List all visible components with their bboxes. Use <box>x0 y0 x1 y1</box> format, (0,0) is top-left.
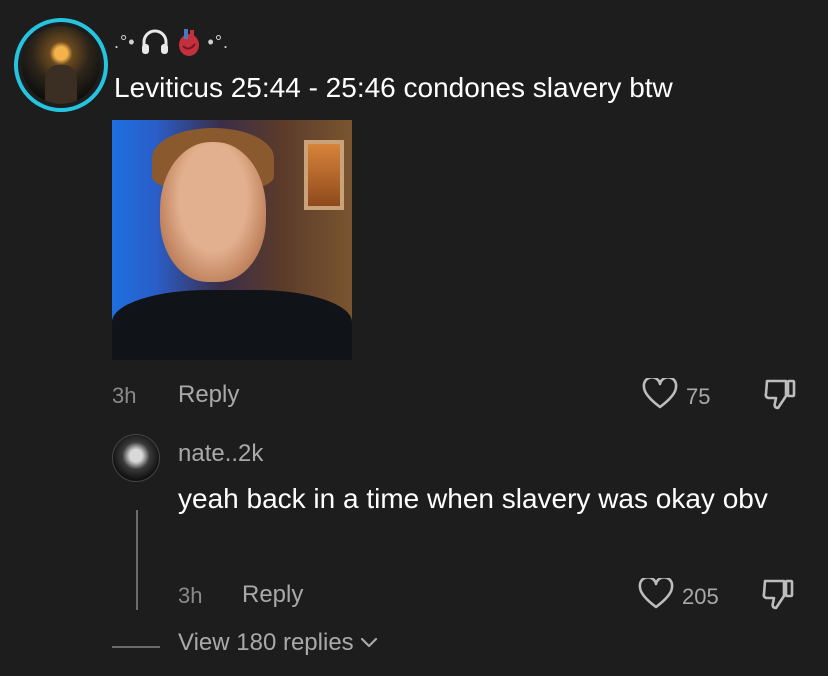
comment-time: 3h <box>112 383 137 408</box>
dislike-icon[interactable] <box>760 576 796 612</box>
view-replies-label: View 180 replies <box>178 629 354 656</box>
comment-image[interactable] <box>112 120 352 360</box>
commenter-avatar[interactable] <box>14 18 108 112</box>
view-replies-line <box>112 646 160 648</box>
avatar-image <box>22 26 100 104</box>
image-background-window <box>304 140 344 210</box>
chevron-down-icon <box>360 637 378 649</box>
view-replies-button[interactable]: View 180 replies <box>178 629 378 657</box>
comment-text: Leviticus 25:44 - 25:46 condones slavery… <box>114 72 673 103</box>
reply-reply-button[interactable]: Reply <box>242 581 303 609</box>
image-face <box>160 142 266 282</box>
username-dots-left: .°• <box>114 31 136 52</box>
reply-like-count: 205 <box>682 584 719 609</box>
dislike-icon[interactable] <box>762 376 798 412</box>
image-shirt <box>112 290 352 360</box>
reply-text: yeah back in a time when slavery was oka… <box>178 483 768 514</box>
like-count: 75 <box>686 384 711 409</box>
heart-outline-icon[interactable] <box>642 378 678 410</box>
reply-button[interactable]: Reply <box>178 381 239 409</box>
reply-avatar[interactable] <box>112 434 160 482</box>
headphones-icon <box>140 28 170 56</box>
heart-outline-icon[interactable] <box>638 578 674 610</box>
thread-line <box>136 510 138 610</box>
reply-time: 3h <box>178 583 203 608</box>
reply-username[interactable]: nate..2k <box>178 440 263 468</box>
commenter-username[interactable]: .°• •°. <box>114 26 229 58</box>
username-dots-right: •°. <box>207 31 230 52</box>
anatomical-heart-icon <box>174 26 204 58</box>
